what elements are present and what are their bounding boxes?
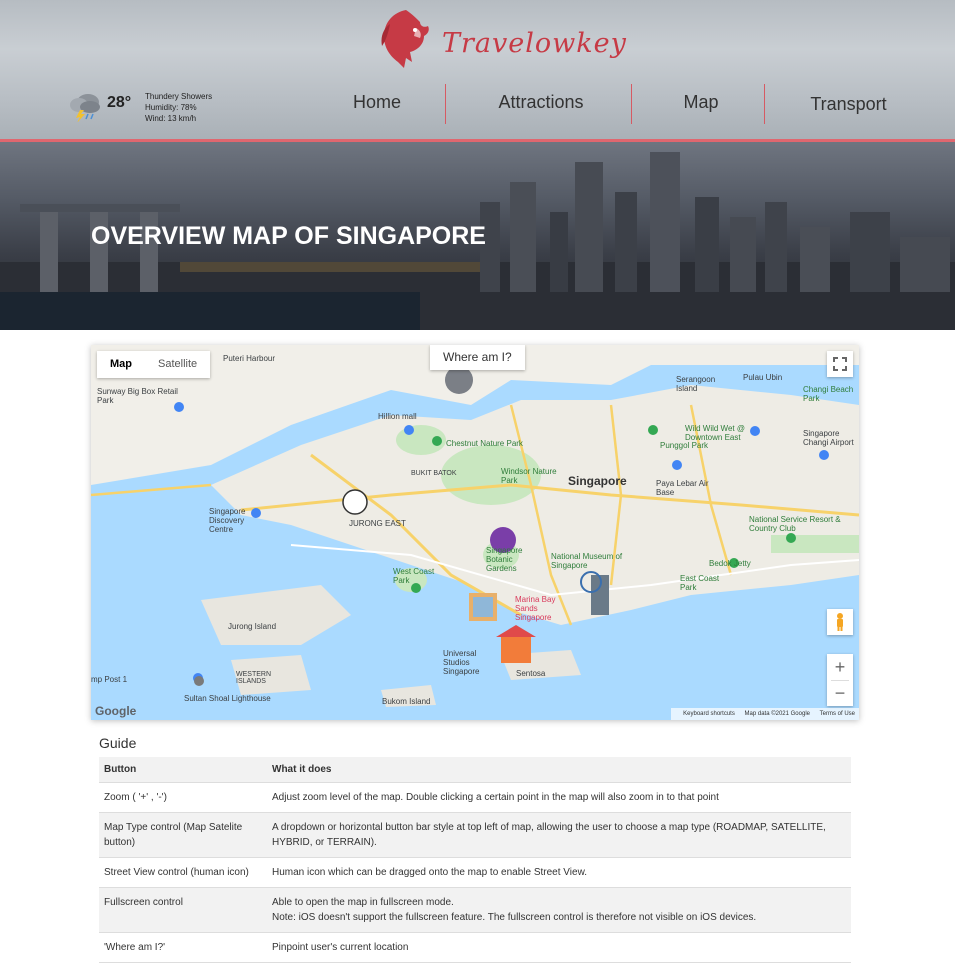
lion-logo-icon (381, 10, 429, 68)
terms-of-use-link[interactable]: Terms of Use (820, 711, 855, 717)
weather-humidity: Humidity: 78% (145, 103, 197, 112)
guide-cell-description: A dropdown or horizontal button bar styl… (267, 812, 851, 858)
zoom-divider (831, 680, 849, 681)
map-label-bukit-batok: BUKIT BATOK (411, 470, 457, 477)
table-row: Street View control (human icon) Human i… (99, 857, 851, 888)
brand-logo[interactable]: Travelowkey (376, 6, 626, 74)
map-label-changi-airport: Singapore Changi Airport (803, 429, 854, 447)
map-label-windsor: Windsor Nature Park (501, 467, 557, 485)
nav-transport[interactable]: Transport (807, 94, 890, 115)
guide-description-note: Note: iOS doesn't support the fullscreen… (272, 912, 757, 923)
map-label-jurong-island: Jurong Island (228, 622, 277, 631)
pegman-icon (837, 613, 843, 631)
map-label-chestnut: Chestnut Nature Park (446, 439, 523, 448)
page-title: OVERVIEW MAP OF SINGAPORE (91, 222, 486, 250)
map-type-satellite-button[interactable]: Satellite (145, 351, 210, 378)
thunderstorm-icon (70, 94, 100, 122)
guide-cell-description: Adjust zoom level of the map. Double cli… (267, 782, 851, 813)
guide-description-line: Able to open the map in fullscreen mode. (272, 897, 454, 908)
keyboard-shortcuts-link[interactable]: Keyboard shortcuts (683, 711, 735, 717)
map-label-puteri: Puteri Harbour (223, 354, 276, 363)
guide-table: Button What it does Zoom ( '+' , '-') Ad… (99, 757, 851, 963)
map-label-hillion: Hillion mall (378, 412, 417, 421)
fullscreen-icon (833, 357, 847, 371)
weather-temperature: 28° (107, 94, 132, 111)
guide-cell-button: Fullscreen control (99, 887, 267, 933)
map-label-marina: Marina Bay Sands Singapore (515, 595, 556, 622)
map-label-universal: Universal Studios Singapore (443, 649, 480, 676)
nav-divider (445, 84, 446, 124)
weather-details: Thundery Showers Humidity: 78% Wind: 13 … (145, 91, 212, 124)
zoom-out-button[interactable]: − (827, 680, 853, 706)
zoom-control: + − (827, 654, 853, 706)
map-label-bukom: Bukom Island (382, 697, 431, 706)
map-label-discovery: Singapore Discovery Centre (209, 507, 246, 534)
guide-header-button: Button (99, 757, 267, 783)
map-type-map-button[interactable]: Map (97, 351, 145, 378)
map-label-bedok: Bedok Jetty (709, 559, 751, 568)
map-label-punggol: Punggol Park (660, 441, 709, 450)
map-label-national-service: National Service Resort & Country Club (749, 515, 841, 533)
brand-name: Travelowkey (442, 28, 627, 59)
map-label-national-museum: National Museum of Singapore (551, 552, 623, 570)
weather-condition: Thundery Showers (145, 92, 213, 101)
map-label-wild-wild-wet: Wild Wild Wet @ Downtown East (685, 424, 745, 442)
map-label-serangoon: Serangoon Island (676, 375, 716, 393)
site-header: Travelowkey 28° Thundery Showers Humidit… (0, 0, 955, 142)
guide-cell-button: Street View control (human icon) (99, 857, 267, 888)
map-label-sunway: Sunway Big Box Retail Park (97, 387, 178, 405)
weather-widget: 28° Thundery Showers Humidity: 78% Wind:… (68, 88, 228, 128)
table-row: Zoom ( '+' , '-') Adjust zoom level of t… (99, 782, 851, 813)
map-label-sentosa: Sentosa (516, 669, 546, 678)
map-label-singapore: Singapore (568, 474, 627, 488)
nav-divider (631, 84, 632, 124)
where-am-i-button[interactable]: Where am I? (430, 345, 525, 370)
guide-cell-button: 'Where am I?' (99, 932, 267, 963)
google-map[interactable]: Puteri Harbour Sunway Big Box Retail Par… (91, 345, 859, 720)
guide-header-row: Button What it does (99, 757, 851, 783)
fullscreen-button[interactable] (827, 351, 853, 377)
map-label-paya-lebar: Paya Lebar Air Base (656, 479, 709, 497)
guide-cell-description: Pinpoint user's current location (267, 932, 851, 963)
table-row: Fullscreen control Able to open the map … (99, 887, 851, 933)
map-label-east-coast: East Coast Park (680, 574, 720, 592)
map-label-jurong-east: JURONG EAST (349, 519, 406, 528)
map-label-botanic: Singapore Botanic Gardens (486, 546, 523, 573)
map-label-western-islands: WESTERN ISLANDS (236, 671, 271, 685)
map-label-mp-post: mp Post 1 (91, 675, 128, 684)
nav-home[interactable]: Home (351, 92, 403, 113)
table-row: 'Where am I?' Pinpoint user's current lo… (99, 932, 851, 963)
map-label-pulau-ubin: Pulau Ubin (743, 373, 783, 382)
nav-divider (764, 84, 765, 124)
map-data-text: Map data ©2021 Google (744, 711, 810, 717)
nav-map[interactable]: Map (682, 92, 720, 113)
google-logo[interactable]: Google (95, 704, 136, 718)
map-type-control: Map Satellite (97, 351, 211, 378)
hero-banner: OVERVIEW MAP OF SINGAPORE (0, 142, 955, 330)
map-label-sultan-shoal: Sultan Shoal Lighthouse (184, 694, 271, 703)
guide-cell-button: Zoom ( '+' , '-') (99, 782, 267, 813)
map-label-changi-beach: Changi Beach Park (803, 385, 854, 403)
weather-wind: Wind: 13 km/h (145, 114, 197, 123)
guide-title: Guide (99, 735, 137, 751)
map-label-west-coast: West Coast Park (393, 567, 435, 585)
street-view-pegman-button[interactable] (827, 609, 853, 635)
guide-cell-description: Human icon which can be dragged onto the… (267, 857, 851, 888)
zoom-in-button[interactable]: + (827, 654, 853, 680)
map-attribution: Keyboard shortcuts Map data ©2021 Google… (671, 708, 859, 720)
nav-attractions[interactable]: Attractions (494, 92, 588, 113)
guide-cell-button: Map Type control (Map Satelite button) (99, 812, 267, 858)
table-row: Map Type control (Map Satelite button) A… (99, 812, 851, 858)
guide-cell-description: Able to open the map in fullscreen mode.… (267, 887, 851, 933)
guide-header-description: What it does (267, 757, 851, 783)
